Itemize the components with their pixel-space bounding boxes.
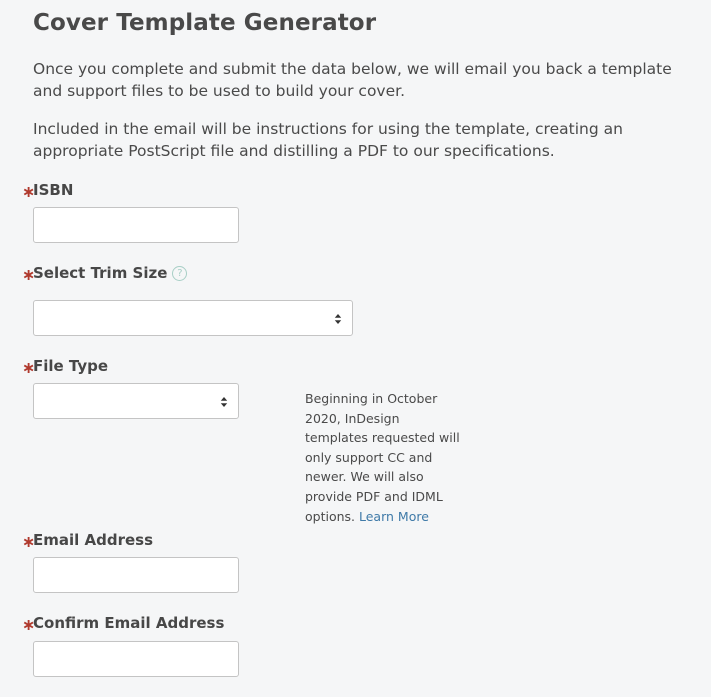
intro-paragraph-2: Included in the email will be instructio…	[33, 120, 623, 160]
learn-more-link[interactable]: Learn More	[359, 509, 429, 524]
email-input[interactable]	[33, 557, 239, 593]
email-label-text: Email Address	[33, 530, 154, 549]
cover-template-generator-page: Cover Template Generator Once you comple…	[0, 0, 711, 697]
required-marker: ∗	[22, 358, 36, 377]
question-circle-icon[interactable]: ?	[172, 266, 188, 281]
required-marker: ∗	[22, 532, 36, 551]
trim-size-label: ∗ Select Trim Size ?	[22, 263, 188, 284]
confirm-email-label-text: Confirm Email Address	[33, 613, 225, 632]
file-type-note-text: Beginning in October 2020, InDesign temp…	[305, 391, 460, 524]
file-type-select[interactable]	[33, 383, 239, 419]
required-marker: ∗	[22, 265, 36, 284]
isbn-label: ∗ ISBN	[22, 180, 74, 202]
select-arrows-icon	[334, 314, 342, 324]
required-marker: ∗	[22, 615, 36, 634]
file-type-note: Beginning in October 2020, InDesign temp…	[305, 389, 465, 526]
trim-size-label-text: Select Trim Size	[33, 263, 168, 282]
isbn-label-text: ISBN	[33, 180, 74, 199]
page-title: Cover Template Generator	[33, 10, 377, 36]
select-arrows-icon	[220, 397, 228, 407]
file-type-label-text: File Type	[33, 356, 109, 375]
file-type-label: ∗ File Type	[22, 356, 109, 378]
intro-paragraph-1: Once you complete and submit the data be…	[33, 60, 672, 100]
isbn-input[interactable]	[33, 207, 239, 243]
email-label: ∗ Email Address	[22, 530, 154, 552]
required-marker: ∗	[22, 182, 36, 201]
trim-size-select[interactable]	[33, 300, 353, 336]
confirm-email-input[interactable]	[33, 641, 239, 677]
confirm-email-label: ∗ Confirm Email Address	[22, 613, 225, 635]
